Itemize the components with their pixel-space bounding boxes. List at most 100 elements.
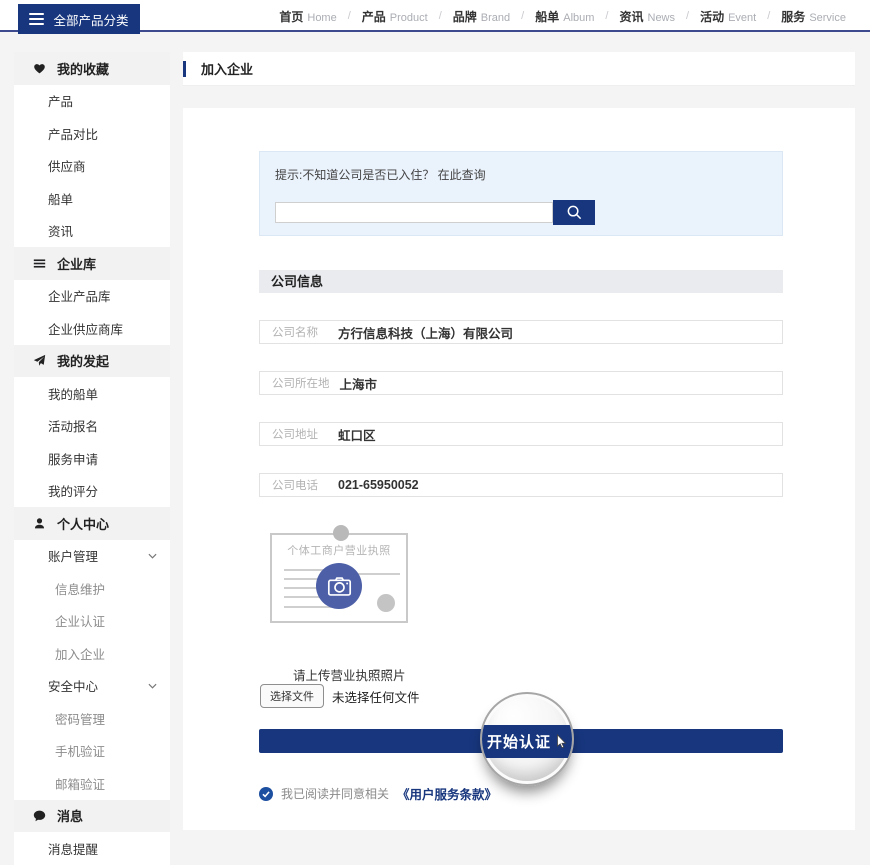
nav-item-label-zh: 船单 [535, 8, 559, 25]
nav-item-label-zh: 产品 [362, 8, 386, 25]
sidebar-item-label: 密码管理 [55, 709, 105, 728]
sidebar-item-label: 我的评分 [48, 481, 98, 500]
sidebar-item-label: 船单 [48, 189, 73, 208]
magnified-button-band: 开始认证 [480, 725, 574, 758]
top-header: 全部产品分类 首页 Home / 产品 Product / 品牌 Brand /… [0, 0, 870, 32]
sidebar-section-header[interactable]: 个人中心 [14, 507, 170, 540]
sidebar-item-label: 企业产品库 [48, 286, 111, 305]
agreement-text: 我已阅读并同意相关 [281, 785, 389, 802]
sidebar-item-label: 企业供应商库 [48, 319, 123, 338]
sidebar-item[interactable]: 服务申请 [14, 442, 170, 475]
sidebar-section-header[interactable]: 我的发起 [14, 345, 170, 378]
sidebar-section-header[interactable]: 企业库 [14, 247, 170, 280]
company-search-panel: 提示:不知道公司是否已入住？ 在此查询 [259, 151, 783, 236]
field-label: 公司电话 [272, 477, 328, 493]
nav-item[interactable]: 产品 Product [362, 8, 428, 25]
sidebar-item-label: 加入企业 [55, 644, 105, 663]
cursor-icon [556, 734, 567, 750]
sidebar-item[interactable]: 活动报名 [14, 410, 170, 443]
form-field-row[interactable]: 公司名称 方行信息科技（上海）有限公司 [259, 320, 783, 344]
search-hint-text: 提示:不知道公司是否已入住？ 在此查询 [275, 166, 767, 183]
sidebar-item[interactable]: 企业产品库 [14, 280, 170, 313]
sidebar-section-header[interactable]: 我的收藏 [14, 52, 170, 85]
field-value: 方行信息科技（上海）有限公司 [338, 323, 513, 342]
list-icon [33, 257, 46, 270]
nav-separator: / [605, 10, 608, 22]
sidebar-item-label: 我的收藏 [57, 59, 109, 78]
field-value: 021-65950052 [338, 478, 419, 492]
company-info-form: 公司名称 方行信息科技（上海）有限公司 公司所在地 上海市 公司地址 虹口区 公… [259, 320, 783, 524]
user-icon [33, 517, 46, 530]
sidebar-item-label: 个人中心 [57, 514, 109, 533]
agreement-checkbox[interactable] [259, 787, 273, 801]
nav-item[interactable]: 活动 Event [700, 8, 756, 25]
sidebar-item[interactable]: 产品 [14, 85, 170, 118]
nav-item[interactable]: 服务 Service [781, 8, 846, 25]
sidebar-item[interactable]: 手机验证 [14, 735, 170, 768]
nav-item-label-en: Home [307, 12, 336, 24]
sidebar-item[interactable]: 账户管理 [14, 540, 170, 573]
sidebar-item[interactable]: 加入企业 [14, 637, 170, 670]
company-info-header: 公司信息 [259, 270, 783, 293]
company-info-title: 公司信息 [271, 274, 323, 289]
sidebar-item[interactable]: 消息提醒 [14, 832, 170, 865]
heart-icon [33, 62, 46, 75]
all-categories-button[interactable]: 全部产品分类 [18, 4, 140, 34]
nav-item-label-zh: 品牌 [453, 8, 477, 25]
sidebar-item-label: 我的发起 [57, 351, 109, 370]
nav-item[interactable]: 船单 Album [535, 8, 594, 25]
sidebar-item[interactable]: 我的评分 [14, 475, 170, 508]
sidebar-item-label: 账户管理 [48, 546, 98, 565]
sidebar-item-label: 资讯 [48, 221, 73, 240]
chevron-down-icon [148, 683, 157, 689]
choose-file-button[interactable]: 选择文件 [260, 684, 324, 708]
nav-separator: / [686, 10, 689, 22]
sidebar-item[interactable]: 密码管理 [14, 702, 170, 735]
sidebar-item[interactable]: 邮箱验证 [14, 767, 170, 800]
field-label: 公司地址 [272, 426, 328, 442]
chat-icon [33, 809, 46, 822]
top-nav: 首页 Home / 产品 Product / 品牌 Brand / 船单 Alb… [279, 0, 846, 32]
company-search-button[interactable] [553, 200, 595, 225]
nav-item[interactable]: 品牌 Brand [453, 8, 510, 25]
sidebar-item[interactable]: 企业供应商库 [14, 312, 170, 345]
field-label: 公司名称 [272, 324, 328, 340]
chevron-down-icon [148, 553, 157, 559]
sidebar-section-header[interactable]: 消息 [14, 800, 170, 833]
nav-item[interactable]: 首页 Home [279, 8, 336, 25]
sidebar-item-label: 邮箱验证 [55, 774, 105, 793]
license-placeholder: 个体工商户营业执照 [270, 533, 408, 623]
nav-item-label-en: Brand [481, 12, 510, 24]
magnifier-overlay: 开始认证 [480, 692, 574, 786]
sidebar-item[interactable]: 供应商 [14, 150, 170, 183]
form-field-row[interactable]: 公司电话 021-65950052 [259, 473, 783, 497]
sidebar-item[interactable]: 安全中心 [14, 670, 170, 703]
sidebar-item[interactable]: 产品对比 [14, 117, 170, 150]
field-value: 虹口区 [338, 425, 376, 444]
sidebar-item-label: 企业认证 [55, 611, 105, 630]
nav-item-label-zh: 活动 [700, 8, 724, 25]
terms-link[interactable]: 《用户服务条款》 [397, 784, 497, 803]
nav-item-label-zh: 资讯 [619, 8, 643, 25]
sidebar-item-label: 安全中心 [48, 676, 98, 695]
sidebar-item[interactable]: 企业认证 [14, 605, 170, 638]
nav-item-label-en: Album [563, 12, 594, 24]
nav-separator: / [348, 10, 351, 22]
camera-icon [326, 573, 353, 600]
nav-item[interactable]: 资讯 News [619, 8, 675, 25]
search-row [275, 200, 767, 225]
catalog-button-label: 全部产品分类 [53, 10, 128, 29]
sidebar-item[interactable]: 我的船单 [14, 377, 170, 410]
license-placeholder-title: 个体工商户营业执照 [272, 542, 406, 558]
sidebar-item[interactable]: 信息维护 [14, 572, 170, 605]
sidebar-item[interactable]: 资讯 [14, 215, 170, 248]
sidebar-item[interactable]: 船单 [14, 182, 170, 215]
sidebar-item-label: 产品 [48, 91, 73, 110]
company-search-input[interactable] [275, 202, 553, 223]
form-field-row[interactable]: 公司地址 虹口区 [259, 422, 783, 446]
nav-item-label-en: Product [390, 12, 428, 24]
file-status-text: 未选择任何文件 [332, 687, 420, 706]
plane-icon [33, 354, 46, 367]
sidebar-item-label: 企业库 [57, 254, 96, 273]
form-field-row[interactable]: 公司所在地 上海市 [259, 371, 783, 395]
